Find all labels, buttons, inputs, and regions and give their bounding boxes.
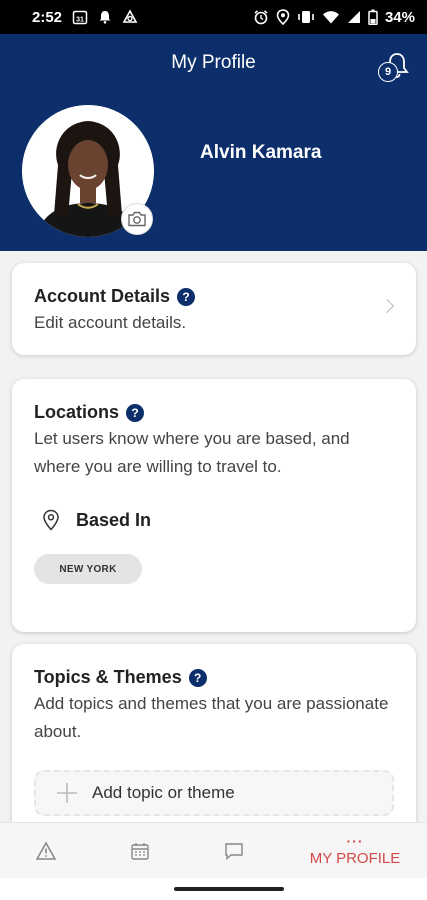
notification-count-badge: 9 xyxy=(378,62,398,82)
gesture-bar-area xyxy=(0,878,427,900)
topics-description: Add topics and themes that you are passi… xyxy=(34,694,389,741)
help-icon[interactable]: ? xyxy=(126,403,145,422)
based-in-label: Based In xyxy=(76,509,152,530)
alarm-icon xyxy=(253,9,269,25)
location-status-icon xyxy=(276,9,290,25)
svg-text:31: 31 xyxy=(76,17,84,24)
nav-my-profile[interactable]: ··· MY PROFILE xyxy=(300,823,410,879)
account-details-title: Account Details xyxy=(34,286,171,306)
bottom-navigation: ··· MY PROFILE xyxy=(0,822,427,878)
status-bar: 2:52 31 34% xyxy=(0,0,427,34)
add-topic-button[interactable]: Add topic or theme xyxy=(34,770,394,816)
nav-alerts[interactable] xyxy=(22,823,70,879)
more-dots-icon: ··· xyxy=(346,832,364,849)
topics-title: Topics & Themes xyxy=(34,667,182,687)
alert-icon xyxy=(35,841,57,860)
vibrate-icon xyxy=(297,10,315,24)
nav-calendar[interactable] xyxy=(116,823,164,879)
notification-bell-status-icon xyxy=(98,10,112,24)
home-indicator[interactable] xyxy=(174,887,284,891)
nav-my-profile-label: MY PROFILE xyxy=(309,849,401,867)
locations-description: Let users know where you are based, and … xyxy=(34,429,350,476)
chat-icon xyxy=(225,843,243,861)
battery-icon xyxy=(368,9,378,25)
nav-messages[interactable] xyxy=(210,823,258,879)
locations-title: Locations xyxy=(34,402,120,422)
app-status-icon xyxy=(122,9,138,25)
plus-icon xyxy=(57,783,77,803)
help-icon[interactable]: ? xyxy=(177,287,196,306)
camera-icon xyxy=(128,211,146,227)
account-details-description: Edit account details. xyxy=(34,313,187,332)
page-title: My Profile xyxy=(171,52,256,73)
based-in-row[interactable]: Based In xyxy=(42,509,151,531)
locations-card: Locations ? Let users know where you are… xyxy=(12,379,416,632)
calendar-status-icon: 31 xyxy=(72,9,88,25)
wifi-icon xyxy=(322,10,340,24)
account-details-card[interactable]: Account Details ? Edit account details. xyxy=(12,263,416,355)
topics-card: Topics & Themes ? Add topics and themes … xyxy=(12,644,416,844)
battery-percent: 34% xyxy=(384,8,415,26)
profile-name: Alvin Kamara xyxy=(200,142,322,163)
status-time: 2:52 xyxy=(32,8,63,26)
location-pin-icon xyxy=(43,509,59,531)
calendar-icon xyxy=(131,843,149,860)
location-chip[interactable]: NEW YORK xyxy=(34,554,142,584)
signal-icon xyxy=(347,10,361,24)
change-photo-button[interactable] xyxy=(121,203,153,235)
help-icon[interactable]: ? xyxy=(188,668,207,687)
add-topic-label: Add topic or theme xyxy=(92,783,235,802)
